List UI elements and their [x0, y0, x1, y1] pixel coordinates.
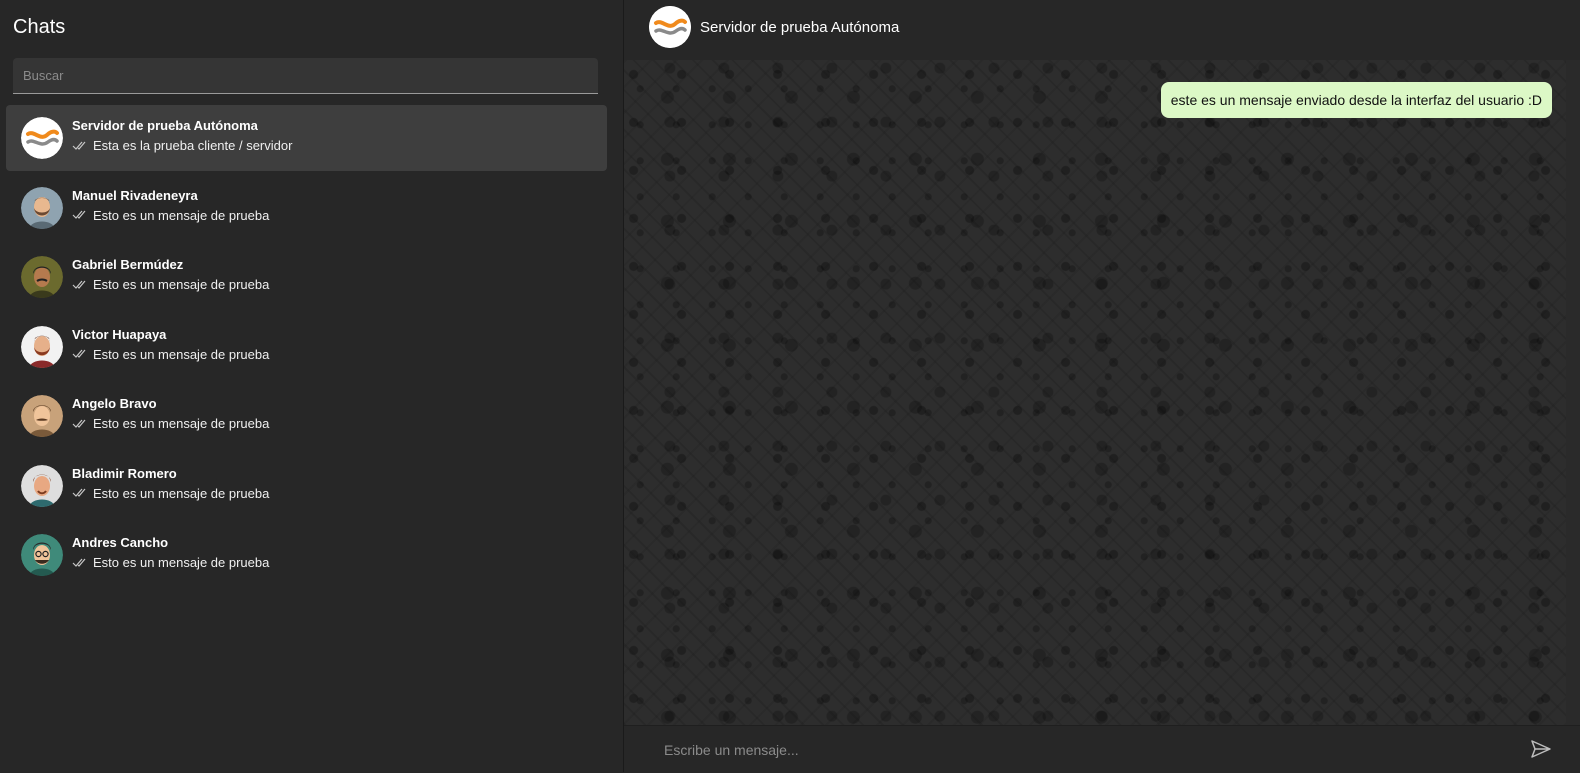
chat-preview-text: Esta es la prueba cliente / servidor: [93, 138, 293, 153]
chat-app: Chats Servidor de prueba Autónoma Esta e…: [0, 0, 1580, 773]
double-check-icon: [72, 141, 86, 150]
search-box[interactable]: [13, 58, 598, 94]
outgoing-message-bubble: este es un mensaje enviado desde la inte…: [1160, 82, 1552, 118]
chat-item-servidor[interactable]: Servidor de prueba Autónoma Esta es la p…: [6, 105, 607, 171]
chat-preview-text: Esto es un mensaje de prueba: [93, 277, 270, 292]
double-check-icon: [72, 488, 86, 497]
conversation-header: Servidor de prueba Autónoma: [624, 0, 1580, 60]
user-avatar-icon: [21, 256, 63, 298]
conversation-title: Servidor de prueba Autónoma: [700, 19, 900, 36]
message-scrollbar[interactable]: [1566, 60, 1580, 725]
chat-item-bladimir[interactable]: Bladimir Romero Esto es un mensaje de pr…: [6, 453, 607, 519]
chat-name: Manuel Rivadeneyra: [72, 187, 198, 203]
chat-name: Bladimir Romero: [72, 465, 177, 481]
chat-preview: Esto es un mensaje de prueba: [72, 416, 269, 431]
chat-name: Servidor de prueba Autónoma: [72, 118, 258, 133]
sidebar: Chats Servidor de prueba Autónoma Esta e…: [0, 0, 624, 772]
double-check-icon: [72, 210, 86, 219]
message-input[interactable]: [662, 736, 1486, 764]
sidebar-title: Chats: [13, 16, 66, 38]
chat-name: Gabriel Bermúdez: [72, 257, 184, 272]
chat-item-angelo[interactable]: Angelo Bravo Esto es un mensaje de prueb…: [6, 383, 607, 449]
user-avatar-icon: [21, 186, 63, 229]
message-area: este es un mensaje enviado desde la inte…: [624, 60, 1566, 725]
chat-list: Servidor de prueba Autónoma Esta es la p…: [6, 105, 607, 592]
chat-preview-text: Esto es un mensaje de prueba: [93, 485, 270, 501]
message-composer: [624, 725, 1580, 773]
chat-preview: Esta es la prueba cliente / servidor: [72, 138, 292, 153]
chat-preview-text: Esto es un mensaje de prueba: [93, 346, 270, 362]
brand-logo-avatar[interactable]: [649, 6, 691, 48]
double-check-icon: [72, 419, 86, 428]
chat-preview: Esto es un mensaje de prueba: [72, 277, 269, 292]
double-check-icon: [72, 280, 86, 289]
double-check-icon: [72, 349, 86, 358]
chat-name: Angelo Bravo: [72, 396, 157, 411]
user-avatar-icon: [21, 534, 63, 576]
send-button[interactable]: [1530, 738, 1552, 760]
brand-logo-avatar: [21, 117, 63, 159]
chat-item-gabriel[interactable]: Gabriel Bermúdez Esto es un mensaje de p…: [6, 244, 607, 310]
search-input[interactable]: [13, 58, 598, 93]
chat-item-andres[interactable]: Andres Cancho Esto es un mensaje de prue…: [6, 522, 607, 588]
user-avatar-icon: [21, 464, 63, 507]
chat-preview-text: Esto es un mensaje de prueba: [93, 555, 270, 570]
chat-item-victor[interactable]: Victor Huapaya Esto es un mensaje de pru…: [6, 314, 607, 380]
chat-preview: Esto es un mensaje de prueba: [72, 555, 269, 570]
chat-name: Victor Huapaya: [72, 326, 167, 342]
chat-name: Andres Cancho: [72, 535, 169, 550]
chat-preview: Esto es un mensaje de prueba: [72, 486, 269, 501]
chat-item-manuel[interactable]: Manuel Rivadeneyra Esto es un mensaje de…: [6, 175, 607, 241]
chat-preview-text: Esto es un mensaje de prueba: [93, 416, 270, 431]
chat-preview: Esto es un mensaje de prueba: [72, 347, 269, 362]
user-avatar-icon: [21, 395, 63, 437]
conversation-panel: Servidor de prueba Autónoma este es un m…: [624, 0, 1580, 773]
send-icon: [1531, 740, 1551, 758]
user-avatar-icon: [21, 325, 63, 368]
double-check-icon: [72, 558, 86, 567]
chat-preview: Esto es un mensaje de prueba: [72, 208, 269, 223]
chat-preview-text: Esto es un mensaje de prueba: [93, 207, 270, 223]
